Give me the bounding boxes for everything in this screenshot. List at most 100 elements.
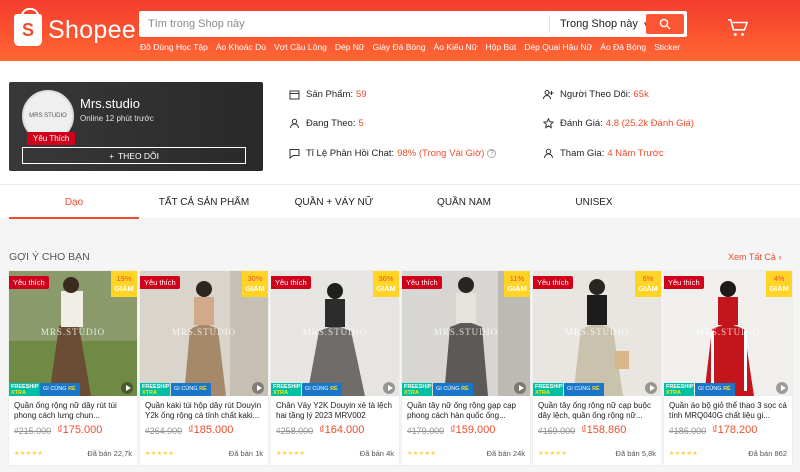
sale-price: ₫164.000 [319, 424, 365, 436]
suggestion-link[interactable]: Dép Nữ [335, 42, 365, 52]
play-icon[interactable] [645, 382, 657, 394]
rating-stars: ★★★★★ [145, 451, 175, 457]
watermark: MRS.STUDIO [171, 327, 237, 337]
stat-followers: Người Theo Dõi: 65k [543, 89, 649, 100]
sold-count: Đã bán 5,8k [615, 449, 656, 458]
favorite-ribbon: Yêu thích [533, 276, 573, 289]
search-bar: Trong Shop này ▾ [139, 11, 687, 37]
promo-badges: FREESHIP XTRA GI CÙNG RẺ [533, 383, 661, 396]
see-all-link[interactable]: Xem Tất Cả › [728, 252, 781, 262]
original-price: ₫215.000 [14, 426, 52, 436]
suggestion-link[interactable]: Vợt Cầu Lông [274, 42, 327, 52]
original-price: ₫179.000 [407, 426, 445, 436]
suggestion-link[interactable]: Áo Đá Bóng [600, 42, 646, 52]
shop-card: MRS STUDIO Yêu Thích Mrs.studio Online 1… [9, 82, 263, 171]
search-icon [659, 18, 671, 30]
freeship-badge: FREESHIP XTRA [664, 383, 694, 396]
shop-online-status: Online 12 phút trước [80, 114, 154, 123]
header: S Shopee Trong Shop này ▾ Đồ Dùng Học Tậ… [0, 0, 800, 61]
chat-icon [289, 149, 300, 159]
suggestion-link[interactable]: Hộp Bút [486, 42, 517, 52]
product-title: Quần kaki túi hộp dây rút Douyin Y2k ống… [145, 401, 262, 420]
favorite-ribbon: Yêu thích [402, 276, 442, 289]
promo-badges: FREESHIP XTRA GI CÙNG RẺ [9, 383, 137, 396]
play-icon[interactable] [383, 382, 395, 394]
suggestion-link[interactable]: Đồ Dùng Học Tập [140, 42, 208, 52]
product-title: Quần tây nữ ống rộng gạp cạp phong cách … [407, 401, 516, 420]
search-suggestions: Đồ Dùng Học Tập Áo Khoác Dù Vợt Cầu Lông… [140, 42, 680, 52]
product-title: Quần ống rộng nữ dây rút túi phong cách … [14, 401, 117, 420]
product-card[interactable]: Yêu thích 19% GIẢM MRS.STUDIO FREESHIP XTR… [9, 271, 137, 465]
product-card[interactable]: Yêu thích 30% GIẢM MRS.STUDIO FREESHIP XTR… [140, 271, 268, 465]
product-card[interactable]: Yêu thích 11% GIẢM MRS.STUDIO FREESHIP XTR… [402, 271, 530, 465]
watermark: MRS.STUDIO [695, 327, 761, 337]
discount-badge: 36% GIẢM [373, 271, 399, 297]
play-icon[interactable] [514, 382, 526, 394]
avatar-text: MRS STUDIO [29, 112, 67, 119]
tab-men-pants[interactable]: QUẦN NAM [399, 185, 529, 219]
gicung-badge: GI CÙNG RẺ [695, 383, 735, 396]
promo-badges: FREESHIP XTRA GI CÙNG RẺ [271, 383, 399, 396]
play-icon[interactable] [252, 382, 264, 394]
shop-name: Mrs.studio [80, 96, 140, 111]
original-price: ₫258.000 [276, 426, 314, 436]
sale-price: ₫175.000 [57, 424, 103, 436]
rating-stars: ★★★★★ [407, 451, 437, 457]
help-icon[interactable]: ? [487, 149, 497, 158]
suggestion-link[interactable]: Áo Khoác Dù [216, 42, 266, 52]
suggestion-link[interactable]: Sticker [654, 42, 680, 52]
search-button[interactable] [646, 14, 684, 34]
tab-unisex[interactable]: UNISEX [529, 185, 659, 219]
follow-label: THEO DÕI [117, 150, 160, 161]
shopee-bag-icon: S [14, 8, 42, 46]
sold-count: Đã bán 862 [748, 449, 787, 458]
product-card[interactable]: Yêu thích 36% GIẢM MRS.STUDIO FREESHIP XTR… [271, 271, 399, 465]
suggestion-link[interactable]: Áo Kiểu Nữ [434, 42, 478, 52]
discount-badge: 4% GIẢM [766, 271, 792, 297]
preferred-badge: Yêu Thích [27, 132, 76, 145]
cart-icon[interactable] [727, 17, 749, 39]
suggestion-link[interactable]: Dép Quai Hậu Nữ [524, 42, 592, 52]
chevron-right-icon: › [778, 252, 782, 262]
user-icon [544, 148, 553, 159]
tab-women-pants-skirts[interactable]: QUẦN + VÁY NỮ [269, 185, 399, 219]
gicung-badge: GI CÙNG RẺ [40, 383, 80, 396]
promo-badges: FREESHIP XTRA GI CÙNG RẺ [402, 383, 530, 396]
discount-badge: 6% GIẢM [635, 271, 661, 297]
gicung-badge: GI CÙNG RẺ [433, 383, 473, 396]
stat-following: Đang Theo: 5 [289, 118, 364, 129]
favorite-ribbon: Yêu thích [9, 276, 49, 289]
sale-price: ₫158.860 [581, 424, 627, 436]
original-price: ₫264.000 [145, 426, 183, 436]
shop-tabs: Dạo TẤT CẢ SẢN PHẨM QUẦN + VÁY NỮ QUẦN N… [0, 184, 800, 219]
follow-button[interactable]: + THEO DÕI [22, 147, 246, 164]
search-input[interactable] [142, 13, 547, 35]
favorite-ribbon: Yêu thích [664, 276, 704, 289]
product-title: Quần tây ống rộng nữ cạp buộc dây lệch, … [538, 401, 651, 420]
search-scope-dropdown[interactable]: Trong Shop này ▾ [549, 15, 648, 33]
gicung-badge: GI CÙNG RẺ [564, 383, 604, 396]
freeship-badge: FREESHIP XTRA [9, 383, 39, 396]
freeship-badge: FREESHIP XTRA [271, 383, 301, 396]
play-icon[interactable] [776, 382, 788, 394]
stat-joined: Tham Gia: 4 Năm Trước [543, 148, 664, 159]
product-card[interactable]: Yêu thích 4% GIẢM MRS.STUDIO FREESHIP XTRA… [664, 271, 792, 465]
play-icon[interactable] [121, 382, 133, 394]
sold-count: Đã bán 22,7k [87, 449, 132, 458]
product-title: Quần áo bộ giỏ thể thao 3 sọc cá tính MR… [669, 401, 787, 420]
tab-all-products[interactable]: TẤT CẢ SẢN PHẨM [139, 185, 269, 219]
suggestion-link[interactable]: Giày Đá Bóng [373, 42, 426, 52]
product-title: Chân Váy Y2K Douyin xẻ tà lệch hai tầng … [276, 401, 392, 420]
watermark: MRS.STUDIO [433, 327, 499, 337]
plus-icon: + [108, 150, 114, 161]
sold-count: Đã bán 1k [228, 449, 263, 458]
section-title: GỢI Ý CHO BẠN [9, 251, 90, 263]
rating-stars: ★★★★★ [538, 451, 568, 457]
sale-price: ₫159.000 [450, 424, 496, 436]
sold-count: Đã bán 4k [359, 449, 394, 458]
product-card[interactable]: Yêu thích 6% GIẢM MRS.STUDIO FREESHIP XTRA… [533, 271, 661, 465]
freeship-badge: FREESHIP XTRA [402, 383, 432, 396]
tab-dao[interactable]: Dạo [9, 185, 139, 219]
shopee-logo[interactable]: S Shopee [14, 8, 136, 48]
gicung-badge: GI CÙNG RẺ [302, 383, 342, 396]
